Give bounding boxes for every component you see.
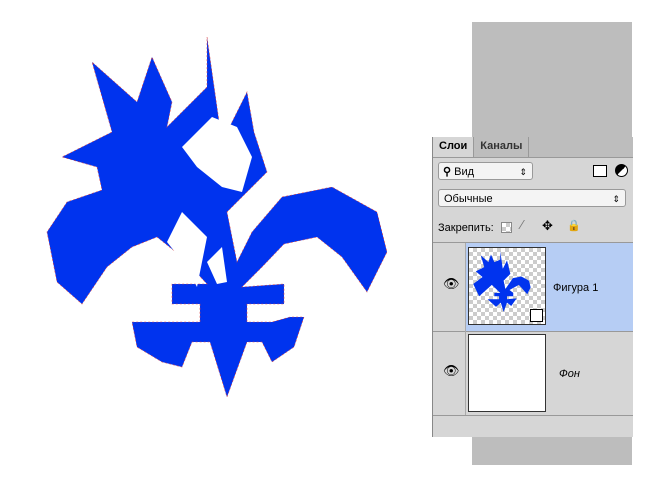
adjustment-filter-icon[interactable] (615, 164, 628, 177)
layers-panel: Слои Каналы ⚲ Вид ⇕ Обычные ⇕ Закрепить:… (432, 137, 633, 437)
lock-label: Закрепить: (438, 222, 494, 234)
document-canvas[interactable] (22, 22, 472, 465)
layer-row-background[interactable]: 👁 Фон (433, 331, 633, 416)
tab-layers[interactable]: Слои (433, 137, 475, 157)
layer-name[interactable]: Фон (559, 368, 580, 380)
chevron-updown-icon: ⇕ (519, 167, 527, 177)
lock-brush-icon[interactable]: ⁄ (521, 217, 523, 232)
layer-thumbnail (468, 247, 546, 325)
panel-tabs: Слои Каналы (433, 137, 633, 158)
blend-mode-value: Обычные (444, 193, 493, 205)
eye-icon[interactable]: 👁 (443, 276, 460, 292)
image-filter-icon[interactable] (593, 165, 607, 177)
fleur-de-lis-shape (46, 36, 388, 398)
layer-row-shape[interactable]: 👁 Фигура 1 (433, 242, 633, 332)
layer-filter-select[interactable]: ⚲ Вид ⇕ (438, 162, 533, 180)
blend-mode-select[interactable]: Обычные ⇕ (438, 189, 626, 207)
layer-thumbnail (468, 334, 546, 412)
search-icon: ⚲ (443, 166, 452, 178)
lock-transparency-icon[interactable] (501, 222, 512, 233)
lock-all-icon[interactable]: 🔒 (567, 219, 581, 232)
tab-channels[interactable]: Каналы (474, 137, 530, 157)
eye-icon[interactable]: 👁 (443, 363, 460, 379)
lock-move-icon[interactable]: ✥ (542, 218, 553, 234)
chevron-updown-icon: ⇕ (612, 194, 620, 204)
filter-label: Вид (454, 166, 475, 178)
layer-name[interactable]: Фигура 1 (553, 282, 598, 294)
shape-layer-icon (530, 309, 543, 322)
